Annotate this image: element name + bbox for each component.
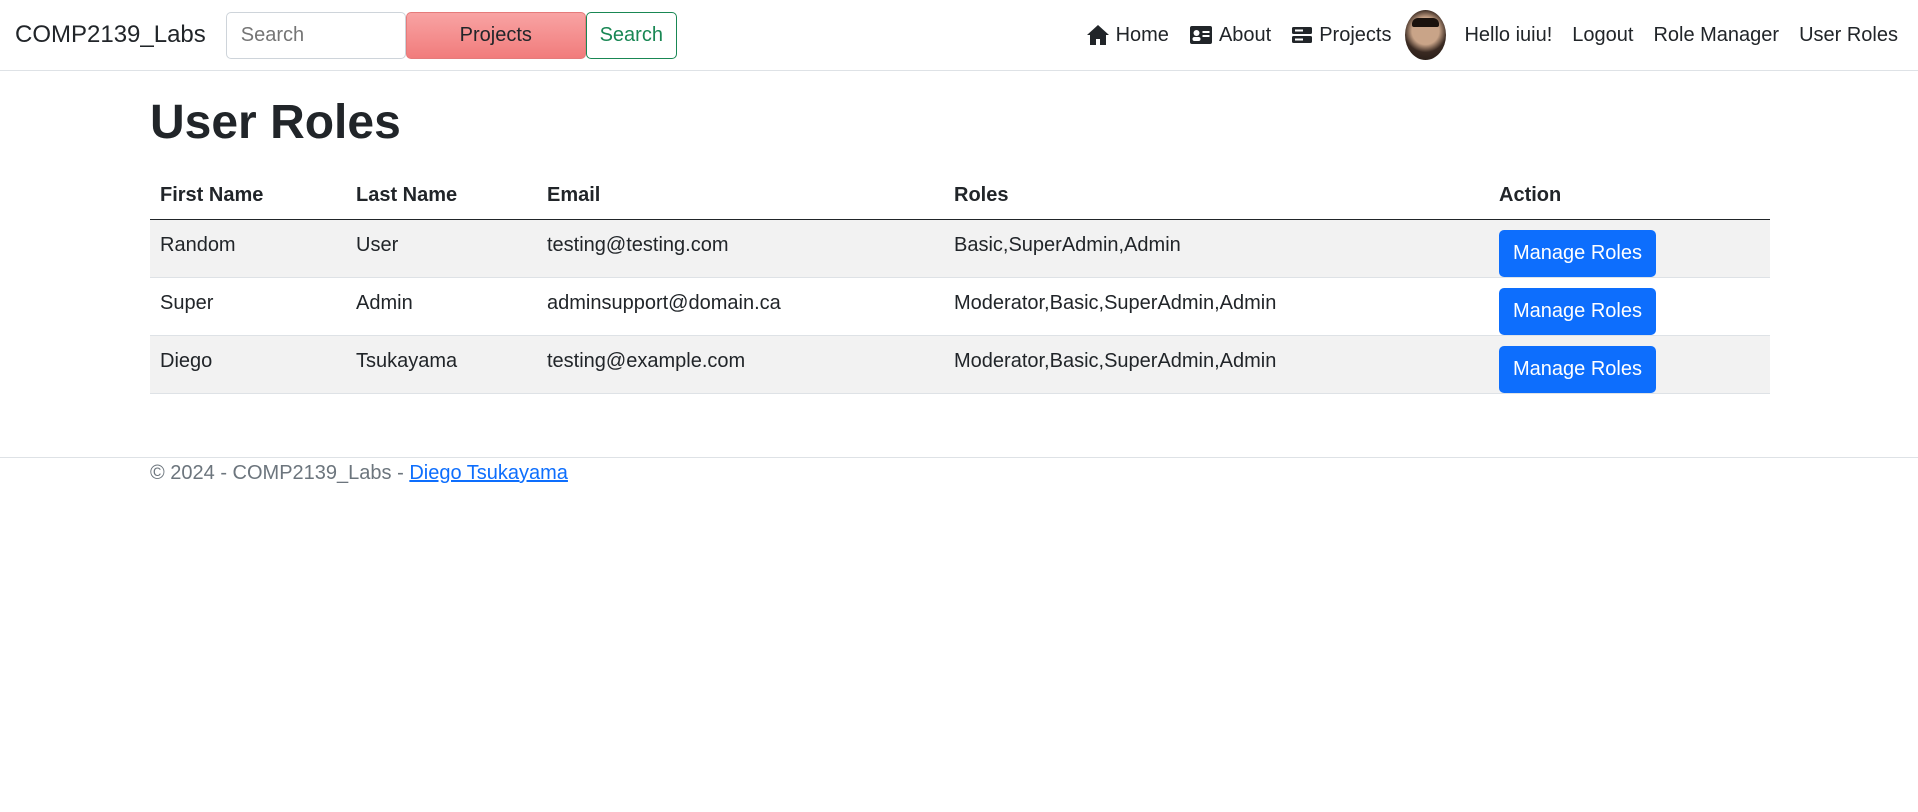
user-roles-table: First Name Last Name Email Roles Action … <box>150 171 1770 394</box>
user-avatar <box>1405 10 1447 60</box>
nav-about-link[interactable]: About <box>1189 24 1271 47</box>
cell-roles: Moderator,Basic,SuperAdmin,Admin <box>944 277 1489 336</box>
cell-email: testing@testing.com <box>537 219 944 278</box>
brand-link[interactable]: COMP2139_Labs <box>15 21 206 49</box>
table-row: Random User testing@testing.com Basic,Su… <box>150 219 1770 278</box>
cell-last-name: Tsukayama <box>346 335 537 394</box>
page-title: User Roles <box>150 96 401 149</box>
cell-last-name: User <box>346 219 537 278</box>
cell-roles: Moderator,Basic,SuperAdmin,Admin <box>944 335 1489 394</box>
cell-action: Manage Roles <box>1489 219 1770 278</box>
footer-author-link[interactable]: Diego Tsukayama <box>409 462 568 484</box>
search-group: Projects Search <box>225 11 677 59</box>
header-first-name: First Name <box>150 171 346 220</box>
table-row: Super Admin adminsupport@domain.ca Moder… <box>150 277 1770 336</box>
cell-first-name: Random <box>150 219 346 278</box>
header-roles: Roles <box>944 171 1489 220</box>
cell-action: Manage Roles <box>1489 277 1770 336</box>
id-card-icon <box>1189 25 1213 45</box>
house-icon <box>1086 24 1110 46</box>
header-action: Action <box>1489 171 1770 220</box>
nav-projects-link[interactable]: Projects <box>1291 24 1391 47</box>
footer: © 2024 - COMP2139_Labs - Diego Tsukayama <box>0 457 1918 485</box>
manage-roles-button[interactable]: Manage Roles <box>1499 230 1656 277</box>
cell-email: testing@example.com <box>537 335 944 394</box>
header-last-name: Last Name <box>346 171 537 220</box>
nav-right: Home About Projects Hello iuiu! Logout R… <box>1066 0 1898 70</box>
nav-about-label: About <box>1218 23 1272 46</box>
logout-link[interactable]: Logout <box>1572 24 1633 47</box>
main-content: User Roles First Name Last Name Email Ro… <box>150 71 1770 394</box>
table-header-row: First Name Last Name Email Roles Action <box>150 171 1770 220</box>
footer-inner: © 2024 - COMP2139_Labs - Diego Tsukayama <box>150 458 1918 485</box>
user-roles-link[interactable]: User Roles <box>1799 24 1898 47</box>
role-manager-link[interactable]: Role Manager <box>1653 24 1779 47</box>
search-input[interactable] <box>225 11 406 59</box>
header-email: Email <box>537 171 944 220</box>
projects-dropdown[interactable]: Projects <box>405 11 586 59</box>
navbar: COMP2139_Labs Projects Search Home About… <box>0 0 1918 71</box>
cell-email: adminsupport@domain.ca <box>537 277 944 336</box>
cell-action: Manage Roles <box>1489 335 1770 394</box>
nav-home-link[interactable]: Home <box>1086 24 1169 47</box>
cell-first-name: Super <box>150 277 346 336</box>
cell-roles: Basic,SuperAdmin,Admin <box>944 219 1489 278</box>
manage-roles-button[interactable]: Manage Roles <box>1499 346 1656 393</box>
cell-first-name: Diego <box>150 335 346 394</box>
nav-projects-label: Projects <box>1319 23 1392 46</box>
user-greeting[interactable]: Hello iuiu! <box>1464 24 1552 47</box>
cell-last-name: Admin <box>346 277 537 336</box>
search-button[interactable]: Search <box>585 11 677 59</box>
server-icon <box>1291 25 1313 45</box>
table-row: Diego Tsukayama testing@example.com Mode… <box>150 335 1770 394</box>
nav-home-label: Home <box>1115 23 1169 46</box>
manage-roles-button[interactable]: Manage Roles <box>1499 288 1656 335</box>
footer-text: © 2024 - COMP2139_Labs - <box>150 462 410 484</box>
